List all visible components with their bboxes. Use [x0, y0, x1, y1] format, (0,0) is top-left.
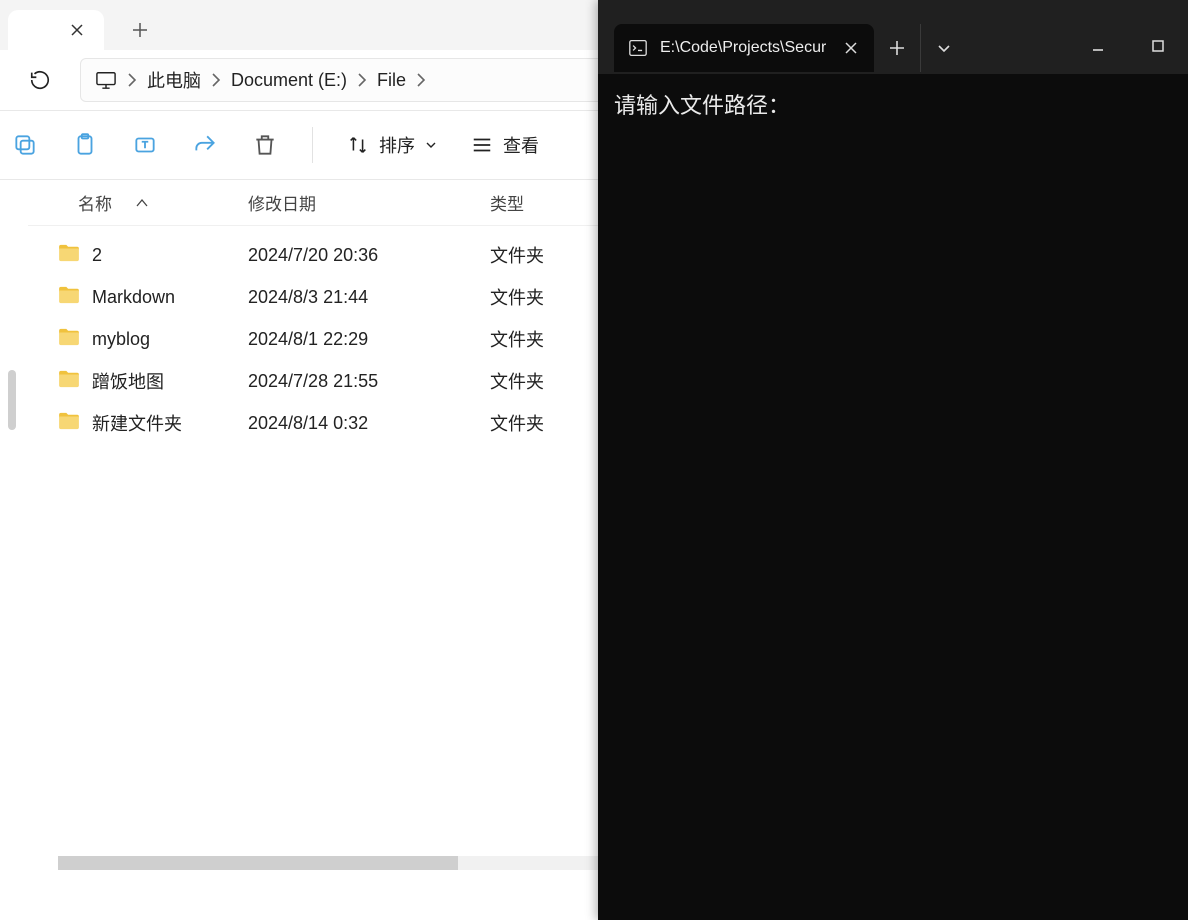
- refresh-button[interactable]: [20, 60, 60, 100]
- terminal-tab[interactable]: E:\Code\Projects\Secur: [614, 24, 874, 72]
- breadcrumb-item-drive[interactable]: Document (E:): [231, 70, 347, 91]
- file-date-cell: 2024/8/3 21:44: [248, 287, 490, 308]
- file-name-cell: 蹭饭地图: [28, 368, 248, 394]
- file-name: 新建文件夹: [92, 410, 182, 436]
- folder-icon: [58, 412, 80, 435]
- breadcrumb-item-thispc[interactable]: 此电脑: [147, 67, 201, 93]
- explorer-tab[interactable]: [8, 10, 104, 50]
- file-date-cell: 2024/7/20 20:36: [248, 245, 490, 266]
- folder-icon: [58, 328, 80, 351]
- chevron-right-icon: [211, 73, 221, 87]
- file-date-cell: 2024/8/14 0:32: [248, 413, 490, 434]
- copy-icon[interactable]: [12, 132, 38, 158]
- breadcrumb-item-folder[interactable]: File: [377, 70, 406, 91]
- share-icon[interactable]: [192, 132, 218, 158]
- minimize-button[interactable]: [1068, 22, 1128, 70]
- scrollbar-thumb[interactable]: [58, 856, 458, 870]
- column-date-header[interactable]: 修改日期: [248, 190, 490, 215]
- view-label: 查看: [503, 132, 539, 158]
- new-tab-button[interactable]: [120, 10, 160, 50]
- folder-icon: [58, 370, 80, 393]
- view-button[interactable]: 查看: [471, 132, 539, 158]
- file-name: 蹭饭地图: [92, 368, 164, 394]
- file-date-cell: 2024/8/1 22:29: [248, 329, 490, 350]
- terminal-tab-close-button[interactable]: [838, 35, 864, 61]
- file-name-cell: 新建文件夹: [28, 410, 248, 436]
- chevron-right-icon: [357, 73, 367, 87]
- maximize-button[interactable]: [1128, 22, 1188, 70]
- sort-button[interactable]: 排序: [347, 132, 437, 158]
- terminal-window: ▢ ✕ E:\Code\Projects\Secur: [598, 0, 1188, 920]
- file-date-cell: 2024/7/28 21:55: [248, 371, 490, 392]
- toolbar-separator: [312, 127, 313, 163]
- terminal-output[interactable]: 请输入文件路径：: [598, 74, 1188, 134]
- this-pc-icon: [95, 70, 117, 90]
- terminal-titlebar: E:\Code\Projects\Secur: [598, 0, 1188, 74]
- folder-icon: [58, 286, 80, 309]
- terminal-prompt: 请输入文件路径：: [614, 93, 790, 118]
- sort-label: 排序: [379, 132, 415, 158]
- sort-asc-icon: [136, 198, 148, 208]
- close-tab-button[interactable]: [62, 15, 92, 45]
- horizontal-scrollbar[interactable]: [58, 856, 618, 870]
- chevron-down-icon: [425, 139, 437, 151]
- paste-icon[interactable]: [72, 132, 98, 158]
- terminal-tab-title: E:\Code\Projects\Secur: [660, 39, 826, 57]
- rename-icon[interactable]: [132, 132, 158, 158]
- column-name-header[interactable]: 名称: [28, 190, 248, 215]
- chevron-right-icon: [127, 73, 137, 87]
- cmd-icon: [628, 39, 648, 57]
- file-name: myblog: [92, 329, 150, 350]
- terminal-new-tab-button[interactable]: [874, 24, 920, 72]
- file-name-cell: myblog: [28, 328, 248, 351]
- file-name-cell: 2: [28, 244, 248, 267]
- file-name: Markdown: [92, 287, 175, 308]
- nav-pane-scrollbar[interactable]: [0, 180, 28, 920]
- folder-icon: [58, 244, 80, 267]
- delete-icon[interactable]: [252, 132, 278, 158]
- chevron-right-icon: [416, 73, 426, 87]
- file-name: 2: [92, 245, 102, 266]
- file-name-cell: Markdown: [28, 286, 248, 309]
- terminal-tab-dropdown-button[interactable]: [920, 24, 966, 72]
